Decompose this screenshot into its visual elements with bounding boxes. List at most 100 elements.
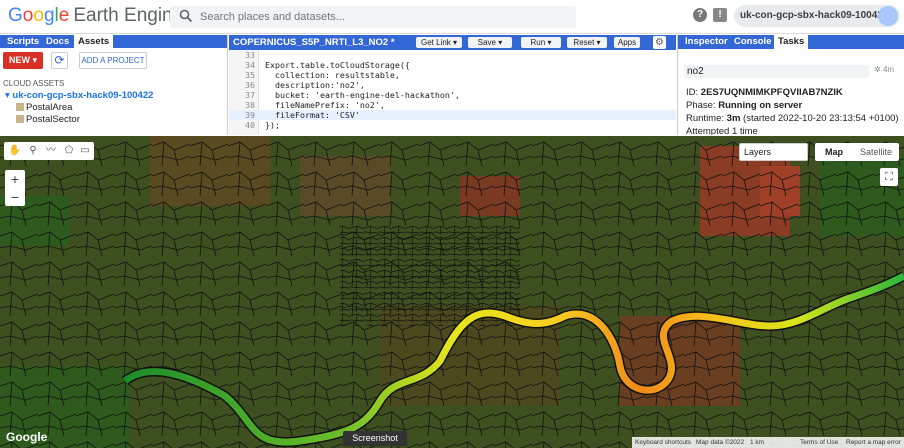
- editor-toolbar: COPERNICUS_S5P_NRTI_L3_NO2 * Get Link ▾ …: [229, 35, 676, 50]
- line-number: 37: [245, 90, 255, 100]
- map-canvas[interactable]: ✋ ⚲ 〰 ⬠ ▭ + − Layers Map Satellite ⛶ Goo…: [0, 136, 904, 448]
- top-bar: GoogleEarth Engine ? ! uk-con-gcp-sbx-ha…: [0, 0, 904, 34]
- line-text: });: [265, 120, 280, 130]
- screenshot-button[interactable]: Screenshot: [343, 431, 407, 446]
- task-elapsed-value: 4m: [882, 65, 895, 74]
- line-number: 33: [245, 50, 255, 60]
- tab-assets[interactable]: Assets: [74, 35, 114, 48]
- zoom-out-button[interactable]: −: [5, 188, 25, 206]
- task-runtime-row: Runtime: 3m (started 2022-10-20 23:13:54…: [686, 113, 899, 124]
- line-text: fileNamePrefix: 'no2',: [265, 100, 385, 110]
- get-link-label: Get Link: [420, 38, 451, 47]
- polygon-icon[interactable]: ⬠: [62, 144, 76, 158]
- asset-item[interactable]: PostalArea: [16, 102, 72, 113]
- project-root-label: uk-con-gcp-sbx-hack09-100422: [12, 90, 154, 101]
- tab-console[interactable]: Console: [730, 35, 775, 49]
- line-number: 35: [245, 70, 255, 80]
- spinner-icon: ✲: [874, 65, 881, 74]
- marker-icon[interactable]: ⚲: [26, 144, 40, 158]
- project-tree-root[interactable]: ▾ uk-con-gcp-sbx-hack09-100422: [5, 90, 153, 101]
- search-input[interactable]: [200, 8, 560, 26]
- assets-panel: Scripts Docs Assets NEW ▾ ⟳ ADD A PROJEC…: [0, 35, 228, 135]
- polyline-icon[interactable]: 〰: [44, 144, 58, 158]
- left-tabs: Scripts Docs Assets: [0, 35, 227, 48]
- task-attempts-row: Attempted 1 time: [686, 126, 758, 135]
- asset-item[interactable]: PostalSector: [16, 114, 80, 125]
- code-line: 40});: [229, 120, 676, 130]
- google-logo: Google: [6, 430, 48, 444]
- layers-button[interactable]: Layers: [739, 143, 808, 161]
- hand-icon[interactable]: ✋: [8, 144, 22, 158]
- tab-scripts[interactable]: Scripts: [3, 35, 43, 48]
- line-number: 38: [245, 100, 255, 110]
- task-id-row: ID: 2ES7UQNMIMKPFQVIIAB7NZIK: [686, 87, 843, 98]
- tab-inspector[interactable]: Inspector: [681, 35, 732, 49]
- line-number: 39: [245, 110, 255, 120]
- script-title: COPERNICUS_S5P_NRTI_L3_NO2 *: [233, 37, 395, 48]
- search-icon: [179, 9, 193, 23]
- code-line: 33: [229, 50, 676, 60]
- line-number: 36: [245, 80, 255, 90]
- add-project-button[interactable]: ADD A PROJECT: [79, 52, 147, 69]
- scale-label: 1 km: [750, 439, 765, 446]
- right-tabs: Inspector Console Tasks: [678, 35, 904, 49]
- no2-overlay: [0, 136, 904, 448]
- project-selector[interactable]: uk-con-gcp-sbx-hack09-100422: [734, 5, 900, 27]
- task-row[interactable]: no2: [684, 65, 869, 78]
- task-attempts: Attempted 1 time: [686, 126, 758, 135]
- save-button[interactable]: Save ▾: [468, 37, 512, 48]
- help-icon[interactable]: ?: [693, 8, 707, 22]
- run-button[interactable]: Run ▾: [521, 37, 561, 48]
- gear-icon[interactable]: ⚙: [653, 36, 666, 49]
- rectangle-icon[interactable]: ▭: [78, 144, 92, 158]
- run-label: Run: [530, 38, 546, 47]
- map-type-toggle: Map Satellite: [815, 143, 899, 161]
- task-elapsed: ✲ 4m: [874, 65, 894, 74]
- task-runtime-value: 3m: [726, 113, 741, 124]
- earth-engine-logo[interactable]: Google Earth Engine: [8, 5, 183, 27]
- line-number: 40: [245, 120, 255, 130]
- task-phase-row: Phase: Running on server: [686, 100, 802, 111]
- save-label: Save: [477, 38, 496, 47]
- line-text: Export.table.toCloudStorage({: [265, 60, 410, 70]
- terms-link[interactable]: Terms of Use: [800, 439, 838, 446]
- tab-docs[interactable]: Docs: [42, 35, 73, 48]
- map-type-satellite[interactable]: Satellite: [853, 143, 899, 161]
- refresh-icon[interactable]: ⟳: [51, 52, 68, 69]
- google-wordmark: Google: [8, 5, 70, 26]
- map-type-map[interactable]: Map: [815, 143, 853, 161]
- apps-button[interactable]: Apps: [614, 37, 640, 48]
- code-line: 38 fileNamePrefix: 'no2',: [229, 100, 676, 110]
- map-data-text: Map data ©2022: [696, 439, 745, 446]
- get-link-button[interactable]: Get Link ▾: [416, 37, 462, 48]
- asset-label: PostalArea: [26, 102, 73, 113]
- task-runtime-label: Runtime:: [686, 113, 725, 124]
- line-text: description:'no2',: [265, 80, 365, 90]
- tab-tasks[interactable]: Tasks: [774, 35, 809, 49]
- zoom-in-button[interactable]: +: [5, 170, 25, 188]
- task-phase-label: Phase:: [686, 100, 716, 111]
- table-icon: [16, 115, 24, 123]
- notifications-icon[interactable]: !: [713, 8, 727, 22]
- report-error-link[interactable]: Report a map error: [846, 439, 901, 446]
- task-phase-value: Running on server: [718, 100, 803, 111]
- code-line-current: 39 fileFormat: 'CSV': [229, 110, 676, 120]
- code-line: 36 description:'no2',: [229, 80, 676, 90]
- keyboard-shortcuts-link[interactable]: Keyboard shortcuts: [635, 439, 691, 446]
- task-id-label: ID:: [686, 87, 699, 98]
- code-area[interactable]: 33 34 Export.table.toCloudStorage({ 35 co…: [229, 50, 676, 135]
- cloud-assets-label: CLOUD ASSETS: [3, 79, 65, 88]
- project-name: uk-con-gcp-sbx-hack09-100422: [740, 10, 889, 21]
- dropdown-arrow-icon: ▾: [32, 55, 38, 65]
- new-button[interactable]: NEW ▾: [3, 52, 43, 69]
- line-number: 34: [245, 60, 255, 70]
- task-name: no2: [687, 66, 704, 77]
- search-box[interactable]: [170, 6, 576, 28]
- code-line: 35 collection: resultstable,: [229, 70, 676, 80]
- product-name: Earth Engine: [73, 5, 184, 26]
- reset-label: Reset: [573, 38, 595, 47]
- fullscreen-icon[interactable]: ⛶: [880, 168, 898, 186]
- reset-button[interactable]: Reset ▾: [567, 37, 607, 48]
- avatar[interactable]: [878, 6, 898, 26]
- drawing-tools: ✋ ⚲ 〰 ⬠ ▭: [4, 142, 94, 160]
